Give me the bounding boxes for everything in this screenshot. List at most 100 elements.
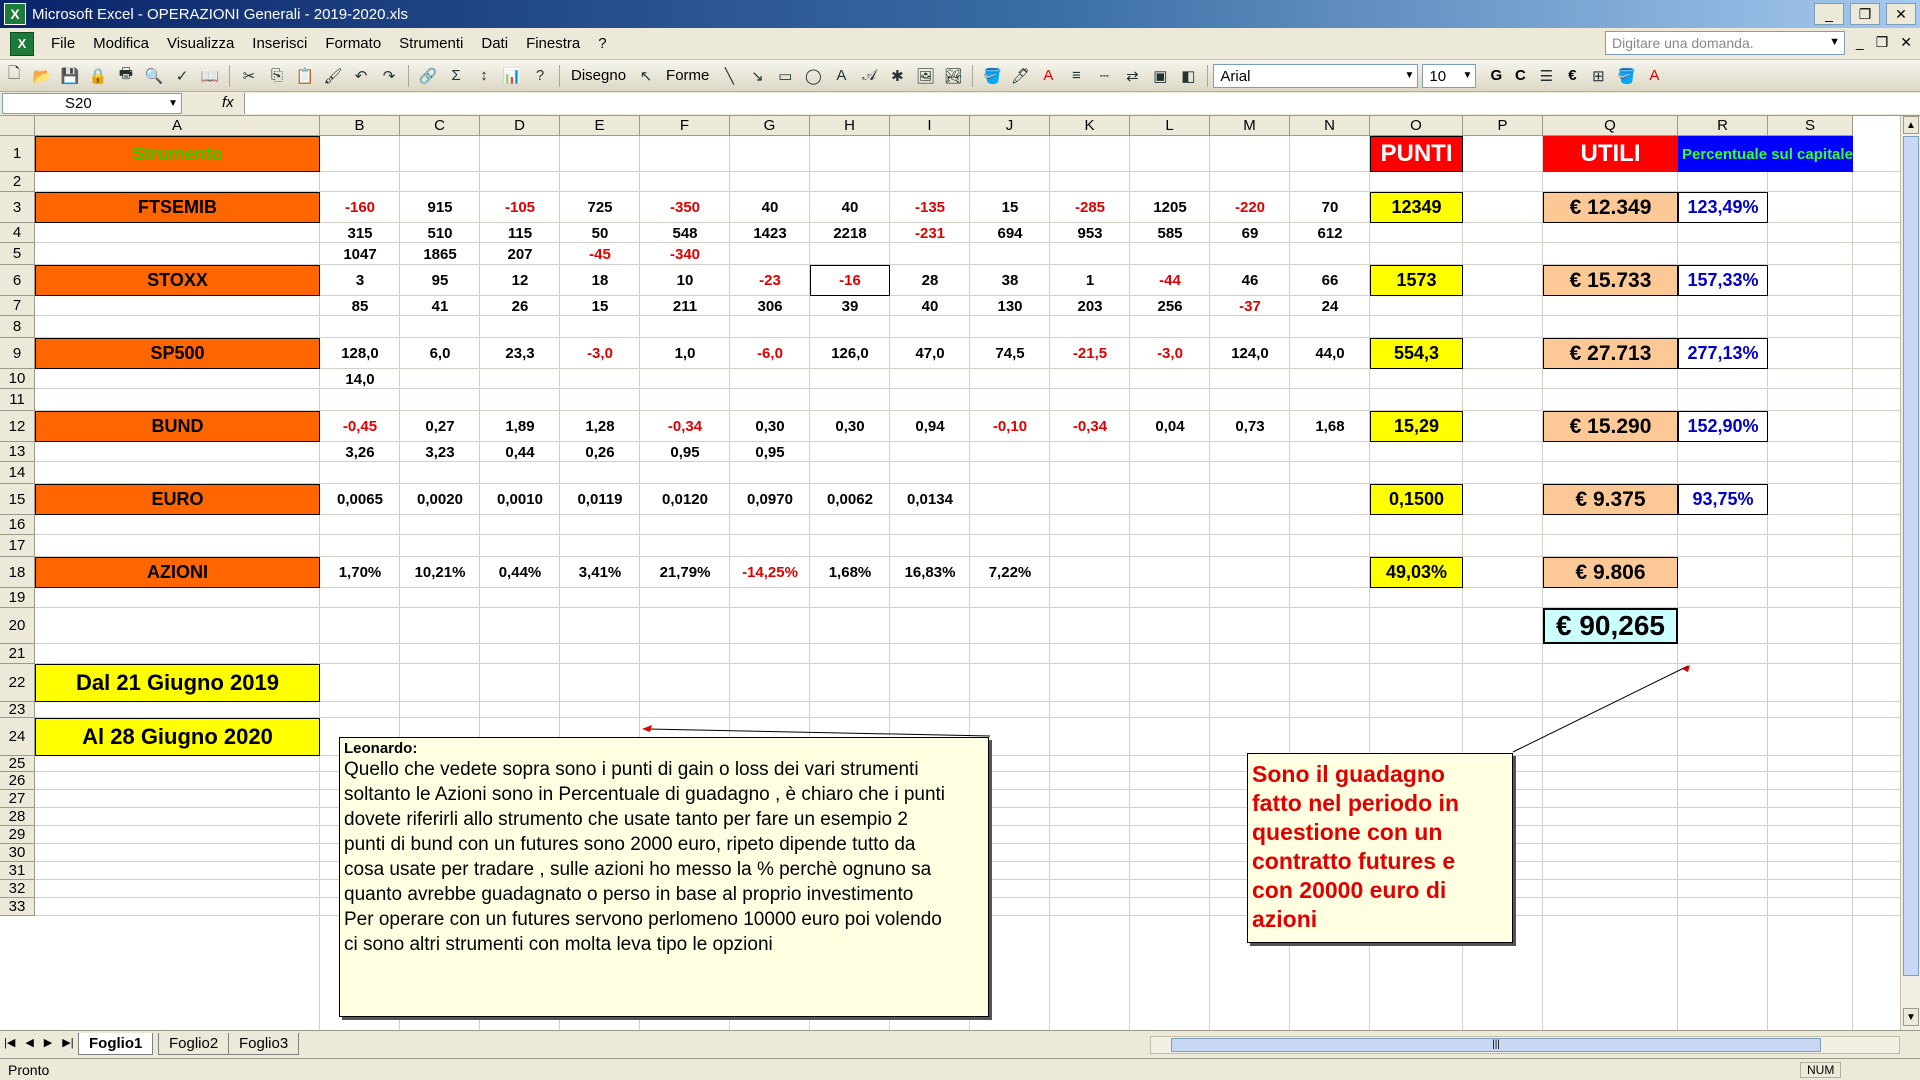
format-painter-icon[interactable]: 🖌 — [321, 64, 345, 88]
row-header-13[interactable]: 13 — [0, 442, 35, 462]
column-header-p[interactable]: P — [1463, 116, 1543, 136]
scroll-down-icon[interactable]: ▼ — [1903, 1008, 1919, 1026]
row-header-18[interactable]: 18 — [0, 557, 35, 588]
horizontal-scroll-thumb[interactable]: ||| — [1171, 1038, 1821, 1052]
borders-icon[interactable]: ⊞ — [1586, 64, 1610, 88]
next-sheet-icon[interactable]: ▶ — [44, 1036, 52, 1049]
currency-button[interactable]: € — [1560, 67, 1584, 84]
textbox-icon[interactable]: A — [829, 64, 853, 88]
cell-fill-icon[interactable]: 🪣 — [1614, 64, 1638, 88]
spelling-icon[interactable]: ✓ — [170, 64, 194, 88]
chevron-down-icon[interactable]: ▼ — [1829, 36, 1840, 48]
fill-color-icon[interactable]: 🪣 — [980, 64, 1004, 88]
column-header-f[interactable]: F — [640, 116, 730, 136]
row-header-14[interactable]: 14 — [0, 462, 35, 484]
row-header-5[interactable]: 5 — [0, 243, 35, 265]
chevron-down-icon[interactable]: ▼ — [1462, 70, 1472, 81]
row-header-7[interactable]: 7 — [0, 296, 35, 316]
row-header-10[interactable]: 10 — [0, 369, 35, 389]
row-header-27[interactable]: 27 — [0, 790, 35, 808]
row-header-3[interactable]: 3 — [0, 192, 35, 223]
chevron-down-icon[interactable]: ▼ — [1404, 70, 1414, 81]
print-icon[interactable]: 🖶 — [114, 64, 138, 88]
column-header-b[interactable]: B — [320, 116, 400, 136]
text-color-icon[interactable]: A — [1642, 64, 1666, 88]
row-header-8[interactable]: 8 — [0, 316, 35, 338]
column-header-q[interactable]: Q — [1543, 116, 1678, 136]
hyperlink-icon[interactable]: 🔗 — [416, 64, 440, 88]
cut-icon[interactable]: ✂ — [237, 64, 261, 88]
row-header-4[interactable]: 4 — [0, 223, 35, 243]
font-color-icon[interactable]: A — [1036, 64, 1060, 88]
close-button[interactable]: ✕ — [1886, 3, 1916, 25]
column-header-d[interactable]: D — [480, 116, 560, 136]
column-header-m[interactable]: M — [1210, 116, 1290, 136]
menu-visualizza[interactable]: Visualizza — [167, 35, 234, 52]
shapes-menu-button[interactable]: Forme — [666, 67, 709, 84]
column-header-a[interactable]: A — [35, 116, 320, 136]
font-name-select[interactable]: Arial ▼ — [1213, 63, 1419, 88]
italic-button[interactable]: C — [1508, 67, 1532, 84]
row-header-31[interactable]: 31 — [0, 862, 35, 880]
column-header-g[interactable]: G — [730, 116, 810, 136]
row-header-19[interactable]: 19 — [0, 588, 35, 608]
redo-icon[interactable]: ↷ — [377, 64, 401, 88]
column-header-c[interactable]: C — [400, 116, 480, 136]
column-header-s[interactable]: S — [1768, 116, 1853, 136]
row-header-23[interactable]: 23 — [0, 701, 35, 718]
row-header-28[interactable]: 28 — [0, 808, 35, 826]
row-header-30[interactable]: 30 — [0, 844, 35, 862]
minimize-button[interactable]: _ — [1814, 3, 1844, 25]
paste-icon[interactable]: 📋 — [293, 64, 317, 88]
column-header-e[interactable]: E — [560, 116, 640, 136]
menu-formato[interactable]: Formato — [325, 35, 381, 52]
row-header-16[interactable]: 16 — [0, 515, 35, 535]
row-header-2[interactable]: 2 — [0, 172, 35, 192]
copy-icon[interactable]: ⎘ — [265, 64, 289, 88]
select-pointer-icon[interactable]: ↖ — [634, 64, 658, 88]
column-header-i[interactable]: I — [890, 116, 970, 136]
column-header-o[interactable]: O — [1370, 116, 1463, 136]
row-header-21[interactable]: 21 — [0, 644, 35, 664]
permission-icon[interactable]: 🔒 — [86, 64, 110, 88]
row-header-22[interactable]: 22 — [0, 664, 35, 702]
menu-inserisci[interactable]: Inserisci — [252, 35, 307, 52]
research-icon[interactable]: 📖 — [198, 64, 222, 88]
name-box[interactable]: S20 ▼ — [2, 93, 182, 114]
menu-dati[interactable]: Dati — [481, 35, 508, 52]
arrow-style-icon[interactable]: ⇄ — [1120, 64, 1144, 88]
sheet-tab-foglio2[interactable]: Foglio2 — [158, 1033, 230, 1055]
menu-help[interactable]: ? — [598, 35, 606, 52]
new-file-icon[interactable]: 🗋 — [2, 64, 26, 88]
doc-close-button[interactable]: ✕ — [1900, 34, 1912, 51]
doc-minimize-button[interactable]: _ — [1856, 34, 1864, 51]
picture-icon[interactable]: 🏞 — [941, 64, 965, 88]
align-center-icon[interactable]: ☰ — [1534, 64, 1558, 88]
spreadsheet-grid[interactable]: A B C D E F G H I J K L M N O P Q R S 1 2 3 4 5 6 7 8 9 10 11 12 13 14 15… — [0, 116, 1900, 1030]
diagram-icon[interactable]: ✱ — [885, 64, 909, 88]
wordart-icon[interactable]: 𝒜 — [857, 64, 881, 88]
row-header-24[interactable]: 24 — [0, 718, 35, 756]
menu-finestra[interactable]: Finestra — [526, 35, 580, 52]
rectangle-icon[interactable]: ▭ — [773, 64, 797, 88]
row-header-26[interactable]: 26 — [0, 772, 35, 790]
vertical-scroll-thumb[interactable] — [1903, 136, 1919, 976]
line-color-icon[interactable]: 🖊 — [1008, 64, 1032, 88]
arrow-icon[interactable]: ↘ — [745, 64, 769, 88]
clipart-icon[interactable]: 🖼 — [913, 64, 937, 88]
excel-app-icon[interactable]: X — [4, 3, 26, 25]
scroll-up-icon[interactable]: ▲ — [1903, 116, 1919, 134]
doc-restore-button[interactable]: ❐ — [1876, 34, 1889, 51]
row-header-25[interactable]: 25 — [0, 755, 35, 772]
row-header-6[interactable]: 6 — [0, 265, 35, 296]
menu-file[interactable]: File — [51, 35, 75, 52]
save-icon[interactable]: 💾 — [58, 64, 82, 88]
column-header-r[interactable]: R — [1678, 116, 1768, 136]
chart-wizard-icon[interactable]: 📊 — [500, 64, 524, 88]
line-icon[interactable]: ╲ — [717, 64, 741, 88]
sort-ascending-icon[interactable]: ↕ — [472, 64, 496, 88]
font-size-select[interactable]: 10 ▼ — [1422, 63, 1477, 88]
prev-sheet-icon[interactable]: ◀ — [25, 1036, 33, 1049]
line-style-icon[interactable]: ≡ — [1064, 64, 1088, 88]
menu-modifica[interactable]: Modifica — [93, 35, 149, 52]
